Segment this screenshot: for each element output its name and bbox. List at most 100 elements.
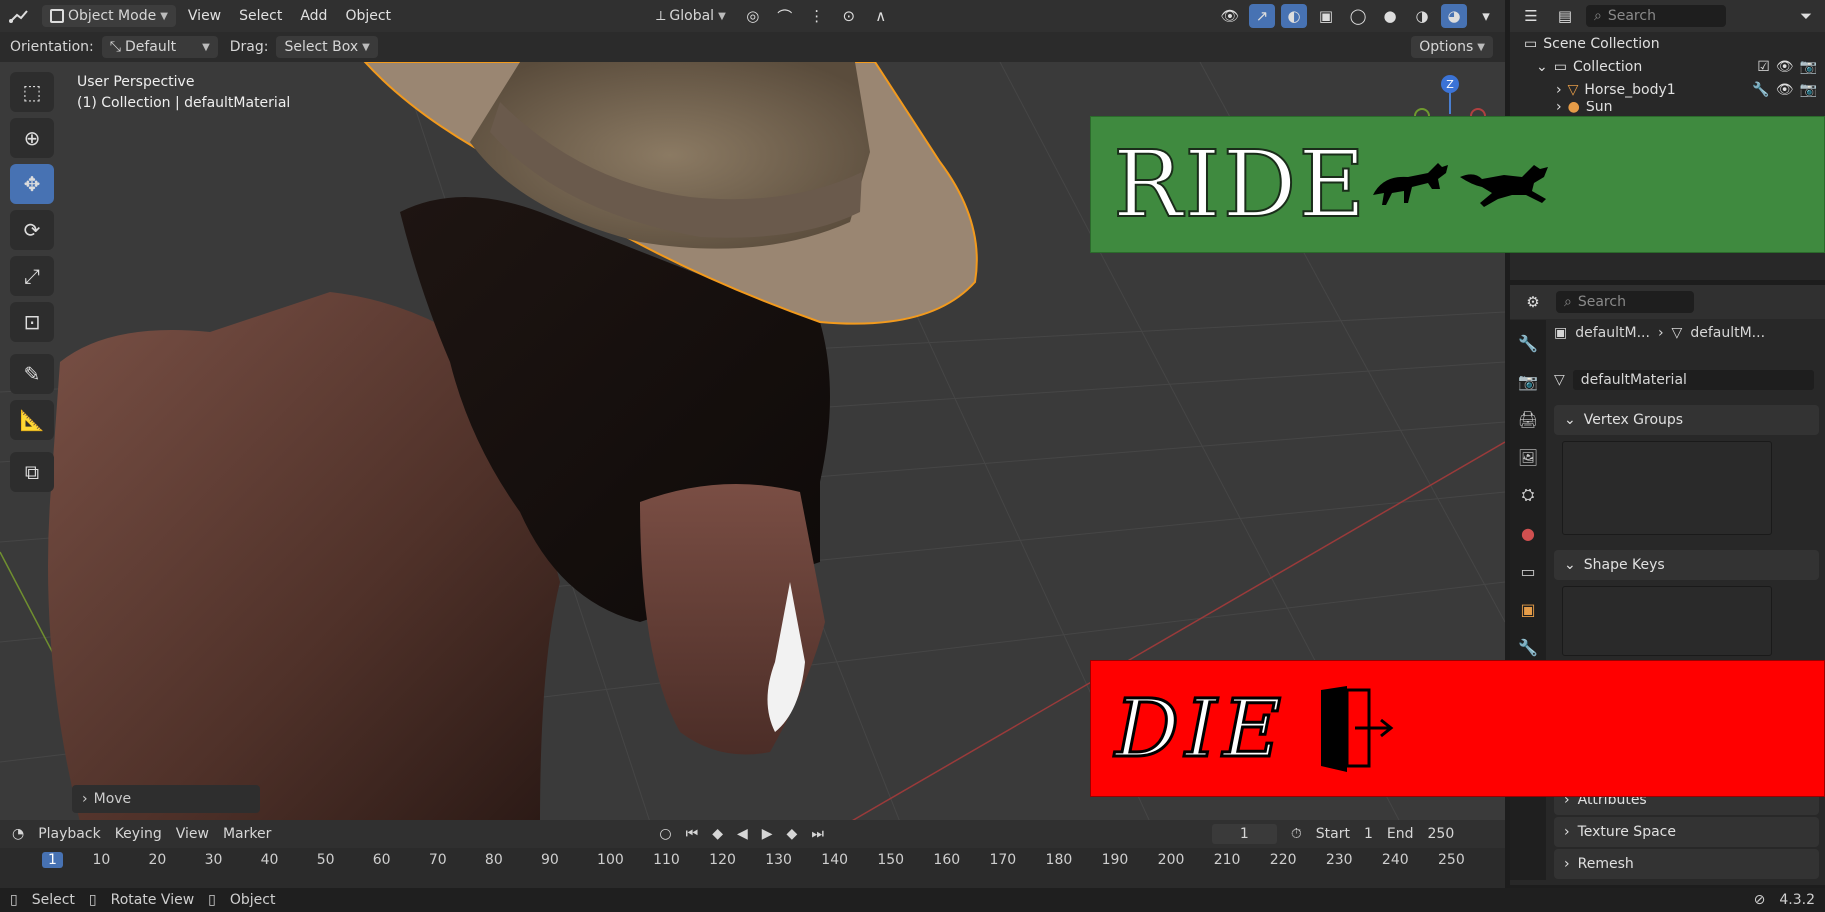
remesh-panel-header[interactable]: › Remesh [1554, 849, 1819, 879]
snap-icon[interactable]: ⌒ [772, 4, 798, 28]
prev-keyframe-icon[interactable]: ◆ [712, 826, 723, 842]
menu-add[interactable]: Add [294, 8, 333, 24]
vertex-groups-list[interactable] [1562, 441, 1772, 535]
timeline-ruler[interactable]: 1 10 20 30 40 50 60 70 80 90 100 110 120 130 140 150 160… [0, 848, 1505, 874]
jump-end-icon[interactable]: ⏭ [811, 826, 824, 842]
keyframe-record-icon[interactable]: ○ [659, 826, 671, 842]
play-reverse-icon[interactable]: ◀ [737, 826, 748, 842]
outliner-search[interactable]: ⌕ Search [1586, 5, 1726, 27]
xray-icon[interactable]: ▣ [1313, 4, 1339, 28]
shape-keys-list[interactable] [1562, 586, 1772, 656]
drag-dropdown[interactable]: Select Box ▼ [276, 36, 378, 58]
status-rotate-view: Rotate View [110, 892, 195, 908]
collection-tab-icon[interactable]: ▭ [1515, 558, 1541, 584]
select-box-icon[interactable]: ⬚ [10, 72, 54, 112]
chevron-down-icon: ⌄ [1536, 58, 1548, 75]
menu-select[interactable]: Select [233, 8, 288, 24]
status-select: Select [31, 892, 75, 908]
vertex-groups-header[interactable]: ⌄ Vertex Groups [1554, 405, 1819, 435]
menu-view[interactable]: View [182, 8, 227, 24]
world-tab-icon[interactable]: ● [1515, 520, 1541, 546]
scale-icon[interactable]: ⤢ [10, 256, 54, 296]
shading-wireframe-icon[interactable]: ◯ [1345, 4, 1371, 28]
search-icon: ⌕ [1564, 294, 1572, 310]
jump-start-icon[interactable]: ⏮ [686, 826, 699, 842]
move-icon[interactable]: ✥ [10, 164, 54, 204]
options-dropdown[interactable]: Options ▼ [1411, 36, 1493, 58]
timeline-tick: 130 [765, 852, 792, 868]
chevron-right-icon: › [1657, 325, 1664, 341]
eye-icon[interactable]: 👁 [1776, 82, 1794, 98]
mode-dropdown[interactable]: Object Mode ▼ [42, 5, 176, 27]
start-value[interactable]: 1 [1364, 826, 1373, 842]
timer-icon[interactable]: ⏱ [1291, 826, 1302, 842]
eye-icon[interactable]: 👁 [1776, 59, 1794, 75]
transform-icon[interactable]: ⊡ [10, 302, 54, 342]
outliner-item-sun[interactable]: › ● Sun [1510, 101, 1825, 113]
filter-icon[interactable]: ⏷ [1793, 4, 1819, 28]
shading-options-icon[interactable]: ▾ [1473, 4, 1499, 28]
object-tab-icon[interactable]: ▣ [1515, 596, 1541, 622]
editor-type-icon[interactable] [6, 4, 32, 28]
timeline-tick: 230 [1325, 852, 1353, 868]
tool-tab-icon[interactable]: 🔧 [1515, 330, 1541, 356]
properties-search[interactable]: ⌕ Search [1556, 291, 1694, 313]
pivot-icon[interactable]: ◎ [740, 4, 766, 28]
falloff-icon[interactable]: ∧ [868, 4, 894, 28]
transform-orientation-dropdown[interactable]: ⟂ Global ▼ [648, 5, 734, 27]
timeline-tick: 90 [540, 852, 559, 868]
timeline-tick: 140 [821, 852, 849, 868]
shape-keys-header[interactable]: ⌄ Shape Keys [1554, 550, 1819, 580]
snap-target-icon[interactable]: ⋮ [804, 4, 830, 28]
outliner-item-horse-body[interactable]: › ▽ Horse_body1 🔧 👁 📷 [1510, 78, 1825, 101]
end-value[interactable]: 250 [1428, 826, 1455, 842]
add-cube-icon[interactable]: ⧉ [10, 452, 54, 492]
texture-space-panel-header[interactable]: › Texture Space [1554, 817, 1819, 847]
cursor-icon[interactable]: ⊕ [10, 118, 54, 158]
proportional-edit-icon[interactable]: ⊙ [836, 4, 862, 28]
menu-playback[interactable]: Playback [38, 826, 100, 842]
gizmo-toggle-icon[interactable]: ↗ [1249, 4, 1275, 28]
menu-marker[interactable]: Marker [223, 826, 271, 842]
menu-object[interactable]: Object [339, 8, 397, 24]
timeline-tick: 240 [1381, 852, 1409, 868]
properties-editor-icon[interactable]: ⚙ [1520, 290, 1546, 314]
measure-icon[interactable]: 📐 [10, 400, 54, 440]
timeline-editor-icon[interactable]: ◔ [12, 826, 24, 842]
timeline-tick: 1 [42, 852, 63, 868]
timeline-tick: 220 [1269, 852, 1297, 868]
play-icon[interactable]: ▶ [762, 826, 773, 842]
status-object: Object [229, 892, 276, 908]
menu-timeline-view[interactable]: View [176, 826, 209, 842]
render-tab-icon[interactable]: 📷 [1515, 368, 1541, 394]
timeline-header: ◔ Playback Keying View Marker ○ ⏮ ◆ ◀ ▶ … [0, 820, 1505, 848]
visibility-icon[interactable]: 👁 [1217, 4, 1243, 28]
last-operator-panel[interactable]: › Move [72, 785, 260, 813]
collection-label: Collection [1572, 58, 1643, 75]
object-mode-icon [50, 9, 64, 23]
orientation-dropdown[interactable]: ⤡ Default ▼ [101, 36, 218, 58]
network-off-icon: ⊘ [1753, 892, 1766, 908]
scene-collection-row[interactable]: ▭ Scene Collection [1510, 32, 1825, 55]
output-tab-icon[interactable]: 🖨 [1515, 406, 1541, 432]
collection-row[interactable]: ⌄ ▭ Collection ☑ 👁 📷 [1510, 55, 1825, 78]
shading-solid-icon[interactable]: ● [1377, 4, 1403, 28]
galloping-horse-icon [1459, 164, 1548, 207]
camera-icon[interactable]: 📷 [1800, 82, 1817, 98]
annotate-icon[interactable]: ✎ [10, 354, 54, 394]
next-keyframe-icon[interactable]: ◆ [787, 826, 798, 842]
modifier-tab-icon[interactable]: 🔧 [1515, 634, 1541, 660]
checkbox-icon[interactable]: ☑ [1757, 59, 1770, 75]
shading-rendered-icon[interactable]: ◕ [1441, 4, 1467, 28]
shading-material-icon[interactable]: ◑ [1409, 4, 1435, 28]
display-mode-icon[interactable]: ▤ [1552, 4, 1578, 28]
view-layer-tab-icon[interactable]: 🖼 [1515, 444, 1541, 470]
overlay-toggle-icon[interactable]: ◐ [1281, 4, 1307, 28]
menu-keying[interactable]: Keying [115, 826, 162, 842]
scene-tab-icon[interactable]: ⛭ [1515, 482, 1541, 508]
camera-icon[interactable]: 📷 [1800, 59, 1817, 75]
current-frame-field[interactable]: 1 [1211, 824, 1277, 844]
outliner-editor-icon[interactable]: ☰ [1518, 4, 1544, 28]
rotate-icon[interactable]: ⟳ [10, 210, 54, 250]
mesh-name-field[interactable]: ▽ defaultMaterial [1554, 369, 1814, 391]
